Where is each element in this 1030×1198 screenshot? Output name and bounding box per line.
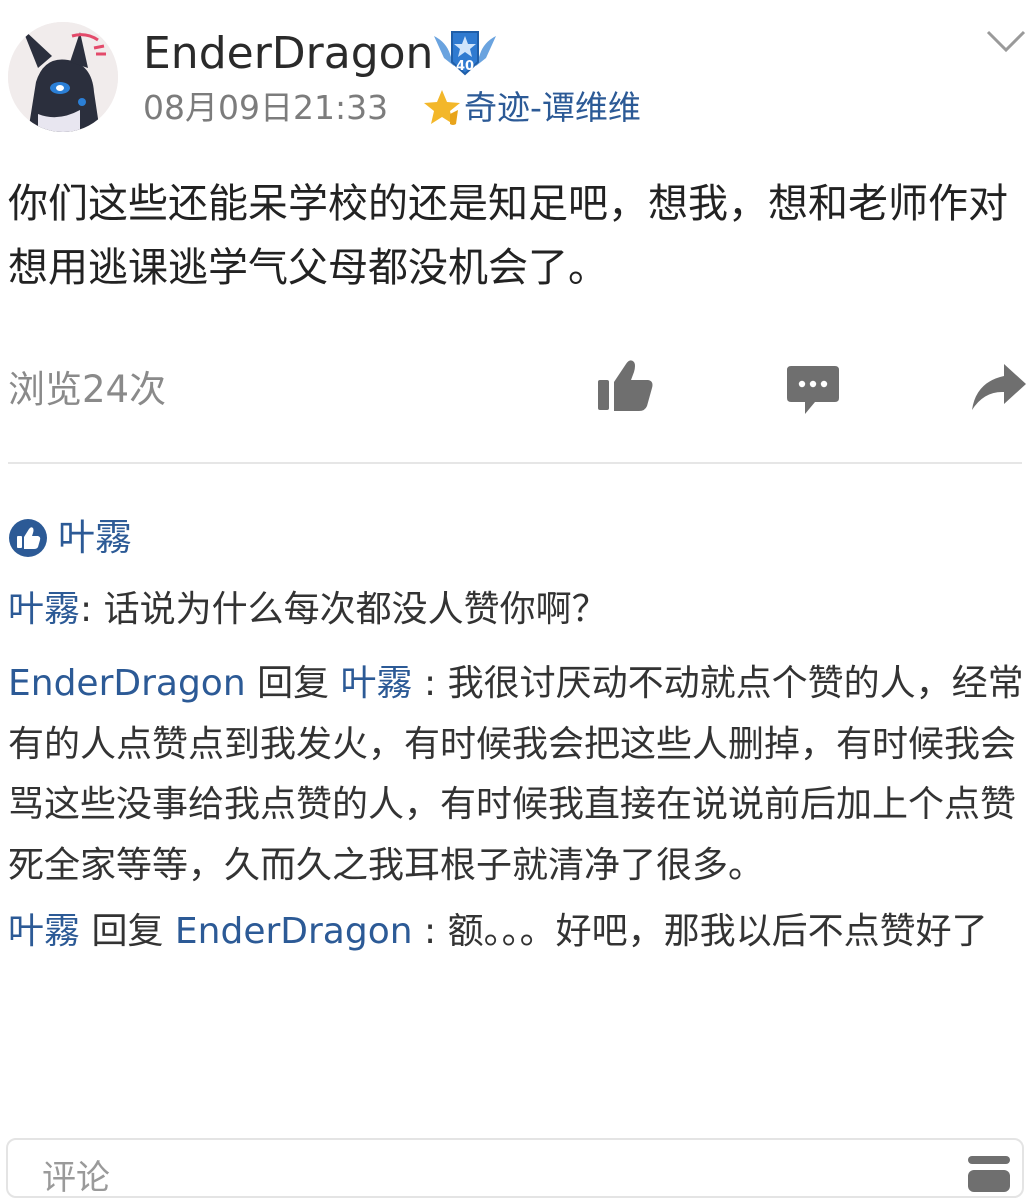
level-badge-icon: 40 bbox=[432, 28, 498, 78]
avatar-image bbox=[8, 22, 118, 132]
comment-author[interactable]: EnderDragon bbox=[8, 663, 246, 704]
chevron-down-icon bbox=[986, 30, 1026, 53]
level-badge-number: 40 bbox=[456, 59, 474, 74]
star-icon bbox=[424, 90, 460, 125]
post-content: 你们这些还能呆学校的还是知足吧，想我，想和老师作对想用逃课逃学气父母都没机会了。 bbox=[8, 181, 1008, 291]
like-button[interactable] bbox=[594, 356, 656, 414]
comment-item: 叶霧 回复 EnderDragon : 额。。。好吧，那我以后不点赞好了 bbox=[8, 902, 1024, 963]
comment-button[interactable] bbox=[785, 362, 841, 418]
thumbs-up-circle-icon bbox=[9, 519, 47, 557]
reply-label: 回复 bbox=[245, 663, 341, 704]
comment-separator: : bbox=[412, 911, 448, 952]
author-name[interactable]: EnderDragon bbox=[143, 26, 433, 82]
comment-bubble-icon bbox=[787, 366, 839, 414]
reply-target[interactable]: EnderDragon bbox=[175, 911, 413, 952]
thumbs-up-icon bbox=[598, 360, 653, 411]
comment-input[interactable]: 评论 bbox=[6, 1138, 1024, 1198]
author-avatar[interactable] bbox=[8, 22, 118, 132]
reply-label: 回复 bbox=[80, 911, 175, 952]
comment-item: EnderDragon 回复 叶霧 : 我很讨厌动不动就点个赞的人，经常有的人点… bbox=[8, 654, 1024, 896]
post-timestamp: 08月09日21:33 bbox=[143, 88, 389, 127]
share-button[interactable] bbox=[970, 360, 1028, 412]
group-tag[interactable]: 奇迹-谭维维 bbox=[420, 86, 641, 130]
reply-target[interactable]: 叶霧 bbox=[341, 663, 413, 704]
share-arrow-icon bbox=[972, 364, 1026, 410]
comment-text: 话说为什么每次都没人赞你啊？ bbox=[103, 589, 608, 630]
comment-text: 额。。。好吧，那我以后不点赞好了 bbox=[447, 911, 988, 952]
emoji-icon[interactable] bbox=[966, 1152, 1012, 1192]
comment-item: 叶霧: 话说为什么每次都没人赞你啊？ bbox=[8, 580, 1024, 640]
expand-menu-button[interactable] bbox=[986, 28, 1026, 54]
comment-separator: : bbox=[412, 663, 448, 704]
comment-author[interactable]: 叶霧 bbox=[8, 911, 80, 952]
comment-list: 叶霧: 话说为什么每次都没人赞你啊？ EnderDragon 回复 叶霧 : 我… bbox=[8, 580, 1024, 969]
group-name: 奇迹-谭维维 bbox=[464, 88, 641, 127]
liker-name[interactable]: 叶霧 bbox=[58, 510, 132, 566]
view-count: 浏览24次 bbox=[8, 368, 167, 411]
comment-author[interactable]: 叶霧 bbox=[8, 589, 80, 630]
comment-separator: : bbox=[80, 589, 104, 630]
like-list: 叶霧 bbox=[8, 510, 132, 566]
comment-input-placeholder: 评论 bbox=[42, 1158, 110, 1198]
section-divider bbox=[8, 462, 1022, 464]
